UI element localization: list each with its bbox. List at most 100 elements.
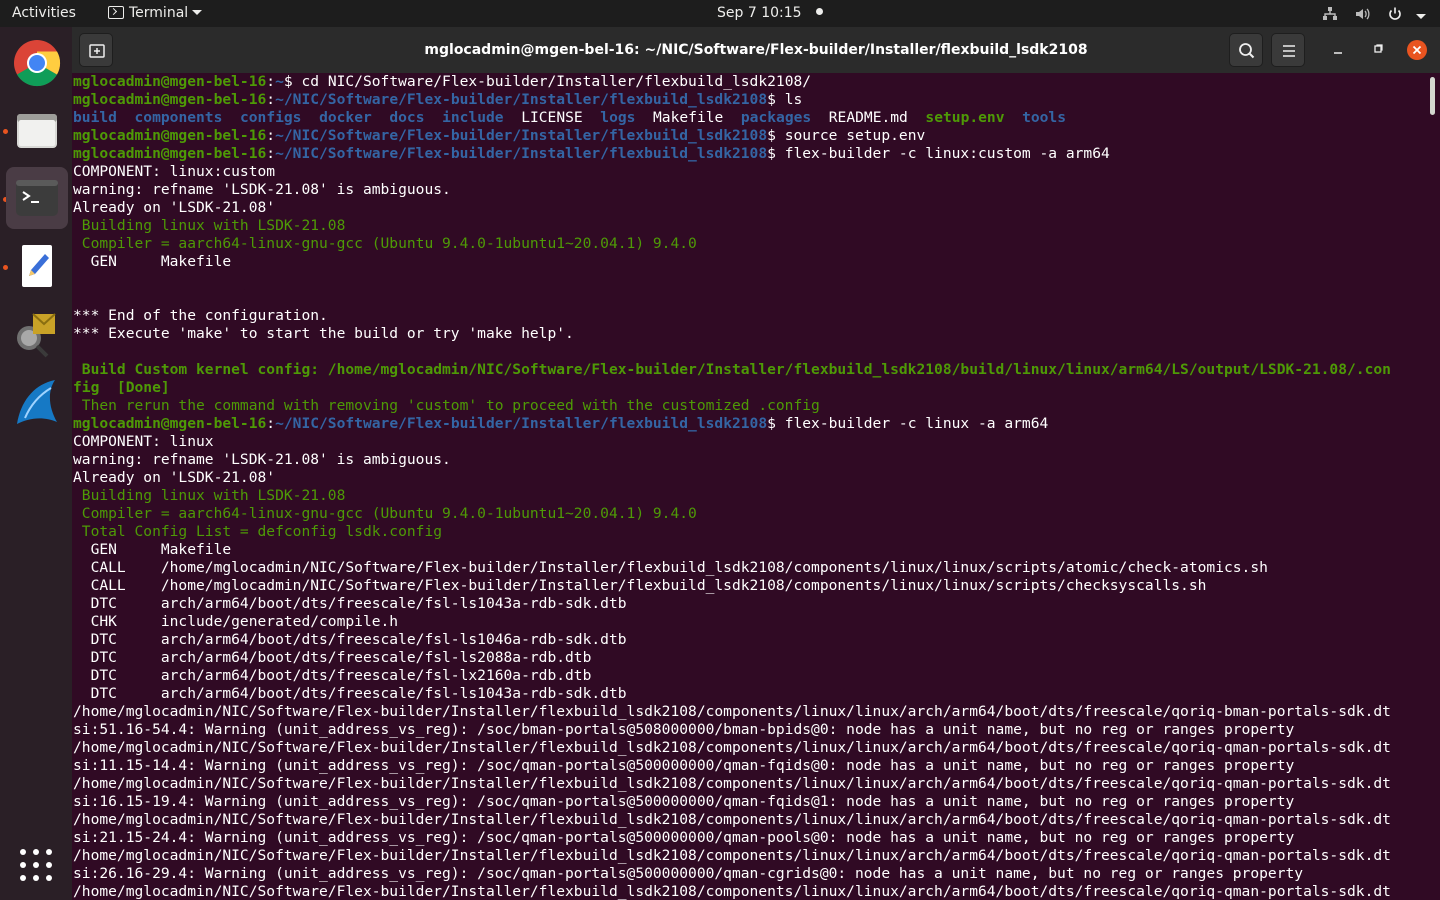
output-text: /home/mglocadmin/NIC/Software/Flex-build… (73, 811, 1391, 828)
scrollbar[interactable] (1430, 77, 1435, 115)
prompt-path: ~/NIC/Software/Flex-builder/Installer/fl… (275, 415, 768, 432)
terminal-line: Already on 'LSDK-21.08' (73, 199, 1432, 217)
power-icon (1386, 0, 1404, 27)
terminal-line: /home/mglocadmin/NIC/Software/Flex-build… (73, 775, 1432, 793)
dock-item-wireshark[interactable] (6, 371, 68, 433)
output-text: *** End of the configuration. (73, 307, 328, 324)
terminal-line: GEN Makefile (73, 541, 1432, 559)
prompt-separator: : (266, 127, 276, 144)
prompt-path: ~/NIC/Software/Flex-builder/Installer/fl… (275, 145, 768, 162)
ls-entry: build (73, 109, 117, 126)
prompt-user-host: mglocadmin@mgen-bel-16 (73, 73, 267, 90)
dock-item-network-tool[interactable] (6, 303, 68, 365)
header-bar: mglocadmin@mgen-bel-16: ~/NIC/Software/F… (72, 27, 1440, 73)
terminal-line: /home/mglocadmin/NIC/Software/Flex-build… (73, 847, 1432, 865)
search-button[interactable] (1229, 33, 1263, 67)
output-text: Total Config List = defconfig lsdk.confi… (73, 523, 443, 540)
terminal-line: warning: refname 'LSDK-21.08' is ambiguo… (73, 451, 1432, 469)
prompt-path: ~ (275, 73, 284, 90)
maximize-button[interactable] (1368, 40, 1388, 60)
chevron-down-icon (1416, 14, 1426, 19)
terminal-line: Building linux with LSDK-21.08 (73, 487, 1432, 505)
hamburger-menu-button[interactable] (1271, 33, 1305, 67)
prompt-command: $ ls (767, 91, 803, 108)
terminal-line: si:21.15-24.4: Warning (unit_address_vs_… (73, 829, 1432, 847)
terminal-line: COMPONENT: linux:custom (73, 163, 1432, 181)
output-text: Building linux with LSDK-21.08 (73, 487, 346, 504)
output-text: Then rerun the command with removing 'cu… (73, 397, 820, 414)
terminal-line: *** End of the configuration. (73, 307, 1432, 325)
minimize-icon (1334, 52, 1342, 54)
terminal-line: DTC arch/arm64/boot/dts/freescale/fsl-ls… (73, 595, 1432, 613)
terminal-line: Then rerun the command with removing 'cu… (73, 397, 1432, 415)
output-text: CALL /home/mglocadmin/NIC/Software/Flex-… (73, 559, 1268, 576)
wireshark-icon (17, 380, 57, 424)
terminal-line: Build Custom kernel config: /home/mgloca… (73, 361, 1432, 379)
ls-entry: Makefile (653, 109, 724, 126)
prompt-user-host: mglocadmin@mgen-bel-16 (73, 145, 267, 162)
volume-icon (1353, 0, 1371, 27)
prompt-path: ~/NIC/Software/Flex-builder/Installer/fl… (275, 127, 768, 144)
output-text: COMPONENT: linux (73, 433, 214, 450)
output-text: COMPONENT: linux:custom (73, 163, 276, 180)
terminal-line: mglocadmin@mgen-bel-16:~/NIC/Software/Fl… (73, 415, 1432, 433)
prompt-user-host: mglocadmin@mgen-bel-16 (73, 127, 267, 144)
terminal-line: mglocadmin@mgen-bel-16:~/NIC/Software/Fl… (73, 91, 1432, 109)
dock-item-text-editor[interactable] (6, 235, 68, 297)
terminal-line: Already on 'LSDK-21.08' (73, 469, 1432, 487)
terminal-line: DTC arch/arm64/boot/dts/freescale/fsl-ls… (73, 631, 1432, 649)
notification-dot-icon (815, 8, 823, 15)
ls-entry: docker (319, 109, 372, 126)
terminal-line: warning: refname 'LSDK-21.08' is ambiguo… (73, 181, 1432, 199)
output-text: GEN Makefile (73, 541, 232, 558)
network-tool-icon (17, 313, 56, 358)
prompt-separator: : (266, 73, 276, 90)
ls-entry: include (442, 109, 504, 126)
output-text: DTC arch/arm64/boot/dts/freescale/fsl-ls… (73, 685, 627, 702)
output-text: /home/mglocadmin/NIC/Software/Flex-build… (73, 775, 1391, 792)
chrome-icon (14, 40, 61, 87)
app-menu-button[interactable]: Terminal (108, 0, 203, 27)
prompt-user-host: mglocadmin@mgen-bel-16 (73, 415, 267, 432)
output-text: /home/mglocadmin/NIC/Software/Flex-build… (73, 703, 1391, 720)
prompt-command: $ cd NIC/Software/Flex-builder/Installer… (283, 73, 812, 90)
dock-item-files[interactable] (6, 99, 68, 161)
search-icon (1239, 43, 1255, 59)
prompt-separator: : (266, 415, 276, 432)
chevron-down-icon (192, 10, 203, 15)
system-tray[interactable] (1311, 0, 1426, 27)
close-icon (1412, 45, 1422, 55)
output-text: si:51.16-54.4: Warning (unit_address_vs_… (73, 721, 1295, 738)
dock-item-terminal[interactable] (6, 167, 68, 229)
terminal-line: CALL /home/mglocadmin/NIC/Software/Flex-… (73, 577, 1432, 595)
terminal-line: *** Execute 'make' to start the build or… (73, 325, 1432, 343)
output-text: warning: refname 'LSDK-21.08' is ambiguo… (73, 451, 451, 468)
dock-item-chrome[interactable] (6, 32, 68, 94)
text-editor-icon (22, 245, 52, 287)
terminal-output[interactable]: mglocadmin@mgen-bel-16:~$ cd NIC/Softwar… (72, 73, 1432, 900)
clock-label: Sep 7 10:15 (717, 5, 802, 21)
activities-button[interactable]: Activities (12, 0, 76, 27)
prompt-command: $ flex-builder -c linux:custom -a arm64 (767, 145, 1110, 162)
output-text: /home/mglocadmin/NIC/Software/Flex-build… (73, 739, 1391, 756)
network-icon (1321, 0, 1339, 27)
terminal-line: si:11.15-14.4: Warning (unit_address_vs_… (73, 757, 1432, 775)
ls-entry: tools (1022, 109, 1067, 126)
show-applications-button[interactable] (20, 849, 52, 881)
terminal-line: /home/mglocadmin/NIC/Software/Flex-build… (73, 739, 1432, 757)
terminal-line: fig [Done] (73, 379, 1432, 397)
ls-entry: setup.env (925, 109, 1005, 126)
ls-entry: configs (239, 109, 302, 126)
hamburger-icon (1283, 45, 1295, 57)
prompt-user-host: mglocadmin@mgen-bel-16 (73, 91, 267, 108)
terminal-line: mglocadmin@mgen-bel-16:~/NIC/Software/Fl… (73, 145, 1432, 163)
close-button[interactable] (1407, 40, 1427, 60)
terminal-line: si:51.16-54.4: Warning (unit_address_vs_… (73, 721, 1432, 739)
restore-icon (1374, 44, 1383, 53)
output-text: /home/mglocadmin/NIC/Software/Flex-build… (73, 847, 1391, 864)
clock-button[interactable]: Sep 7 10:15 (717, 0, 823, 27)
terminal-line: CALL /home/mglocadmin/NIC/Software/Flex-… (73, 559, 1432, 577)
minimize-button[interactable] (1328, 40, 1348, 60)
output-text: Compiler = aarch64-linux-gnu-gcc (Ubuntu… (73, 235, 697, 252)
files-icon (17, 114, 57, 148)
